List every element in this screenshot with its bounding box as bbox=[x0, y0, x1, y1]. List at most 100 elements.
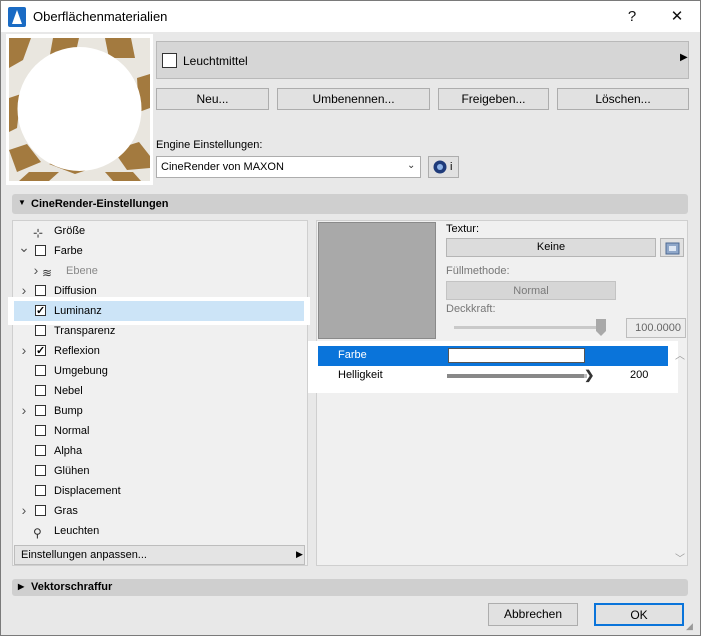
channel-label: Nebel bbox=[54, 385, 83, 397]
opacity-slider-track[interactable] bbox=[454, 326, 606, 329]
checkbox-gras[interactable] bbox=[35, 505, 46, 516]
param-row-brightness[interactable]: Helligkeit ❯ 200 bbox=[318, 366, 668, 386]
channel-label: Farbe bbox=[54, 245, 83, 257]
triangle-down-icon: ▼ bbox=[18, 198, 26, 207]
brightness-slider-track[interactable] bbox=[447, 374, 587, 378]
title-bar: Oberflächenmaterialien ? ✕ bbox=[1, 1, 700, 32]
cinerender-section-title: CineRender-Einstellungen bbox=[31, 198, 169, 210]
checkbox-nebel[interactable] bbox=[35, 385, 46, 396]
ok-button[interactable]: OK bbox=[594, 603, 684, 626]
expand-down-icon[interactable]: ⌄ bbox=[18, 237, 30, 257]
channel-item-reflexion[interactable]: › Reflexion bbox=[16, 341, 306, 361]
checkbox-reflexion[interactable] bbox=[35, 341, 46, 361]
checkbox-bump[interactable] bbox=[35, 405, 46, 416]
opacity-field[interactable]: 100.0000 bbox=[626, 318, 686, 338]
triangle-right-icon: ▶ bbox=[18, 582, 25, 591]
window-title: Oberflächenmaterialien bbox=[33, 9, 168, 24]
channel-label: Umgebung bbox=[54, 365, 108, 377]
scroll-down-icon[interactable]: ﹀ bbox=[675, 550, 685, 565]
texture-preview[interactable] bbox=[318, 222, 436, 339]
fill-method-select[interactable]: Normal bbox=[446, 281, 616, 300]
chevron-down-icon: ⌄ bbox=[407, 160, 416, 171]
channel-label: Reflexion bbox=[54, 345, 100, 357]
channel-label: Luminanz bbox=[54, 305, 102, 317]
channel-label: Transparenz bbox=[54, 325, 116, 337]
vector-hatching-title: Vektorschraffur bbox=[31, 581, 113, 593]
channel-item-luminanz[interactable]: Luminanz bbox=[8, 297, 310, 325]
fill-method-label: Füllmethode: bbox=[446, 265, 510, 277]
channel-label: Gras bbox=[54, 505, 78, 517]
engine-info-button[interactable]: i bbox=[428, 156, 459, 178]
material-preview-frame bbox=[6, 34, 153, 185]
scroll-up-icon[interactable]: ︿ bbox=[675, 347, 685, 362]
checkbox-transparenz[interactable] bbox=[35, 325, 46, 336]
brightness-value: 200 bbox=[630, 369, 649, 381]
info-label: i bbox=[450, 161, 453, 173]
channel-item-leuchten[interactable]: ⚲ Leuchten bbox=[16, 521, 306, 541]
brightness-slider-thumb[interactable]: ❯ bbox=[584, 368, 594, 382]
material-color-swatch[interactable] bbox=[162, 53, 177, 68]
channel-label: Bump bbox=[54, 405, 83, 417]
vector-hatching-section-header[interactable]: ▶ Vektorschraffur bbox=[12, 579, 688, 596]
material-preview bbox=[9, 38, 150, 181]
channel-item-nebel[interactable]: Nebel bbox=[16, 381, 306, 401]
channel-label: Alpha bbox=[54, 445, 83, 457]
checkbox-farbe[interactable] bbox=[35, 245, 46, 256]
checkbox-alpha[interactable] bbox=[35, 445, 46, 456]
checkbox-luminanz[interactable] bbox=[35, 301, 46, 321]
app-icon bbox=[8, 7, 26, 27]
checkbox-glühen[interactable] bbox=[35, 465, 46, 476]
delete-button[interactable]: Löschen... bbox=[557, 88, 689, 110]
customize-settings-button[interactable]: Einstellungen anpassen... ▶ bbox=[14, 545, 305, 565]
channel-label: Displacement bbox=[54, 485, 121, 497]
texture-button[interactable]: Keine bbox=[446, 238, 656, 257]
material-selector[interactable]: Leuchtmittel ▶ bbox=[156, 41, 689, 79]
light-bulb-icon: ⚲ bbox=[33, 526, 42, 540]
size-icon: ⊹ bbox=[33, 226, 44, 240]
param-label-color: Farbe bbox=[338, 349, 367, 361]
checkbox-displacement[interactable] bbox=[35, 485, 46, 496]
layers-icon: ≋ bbox=[42, 266, 53, 280]
rename-button[interactable]: Umbenennen... bbox=[277, 88, 430, 110]
channel-item-alpha[interactable]: Alpha bbox=[16, 441, 306, 461]
expand-right-icon[interactable]: › bbox=[30, 260, 42, 280]
channel-item-glühen[interactable]: Glühen bbox=[16, 461, 306, 481]
resize-grip-icon[interactable]: ◢ bbox=[686, 621, 693, 632]
close-button[interactable]: ✕ bbox=[657, 4, 697, 30]
channel-label: Normal bbox=[54, 425, 90, 437]
channel-item-transparenz[interactable]: Transparenz bbox=[16, 321, 306, 341]
channel-item-displacement[interactable]: Displacement bbox=[16, 481, 306, 501]
opacity-label: Deckkraft: bbox=[446, 303, 496, 315]
engine-select[interactable]: CineRender von MAXON ⌄ bbox=[156, 156, 421, 178]
expand-right-icon[interactable]: › bbox=[18, 400, 30, 420]
texture-browse-button[interactable] bbox=[660, 238, 684, 257]
cinerender-section-header[interactable]: ▼ CineRender-Einstellungen bbox=[12, 194, 688, 214]
checkbox-normal[interactable] bbox=[35, 425, 46, 436]
brightness-slider-fill bbox=[447, 374, 585, 378]
channel-item-umgebung[interactable]: Umgebung bbox=[16, 361, 306, 381]
channel-item-größe[interactable]: ⊹ Größe bbox=[16, 221, 306, 241]
expand-right-icon[interactable]: › bbox=[18, 500, 30, 520]
channel-item-normal[interactable]: Normal bbox=[16, 421, 306, 441]
checkbox-umgebung[interactable] bbox=[35, 365, 46, 376]
channel-label: Größe bbox=[54, 225, 86, 237]
chevron-right-icon: ▶ bbox=[680, 52, 688, 63]
channel-label: Leuchten bbox=[54, 525, 100, 537]
channel-item-bump[interactable]: › Bump bbox=[16, 401, 306, 421]
cancel-button[interactable]: Abbrechen bbox=[488, 603, 578, 626]
color-swatch[interactable] bbox=[448, 348, 585, 363]
channel-item-ebene[interactable]: › ≋ Ebene bbox=[16, 261, 306, 281]
channel-item-farbe[interactable]: ⌄ Farbe bbox=[16, 239, 306, 261]
expand-right-icon[interactable]: › bbox=[18, 340, 30, 360]
help-button[interactable]: ? bbox=[612, 4, 652, 30]
customize-settings-label: Einstellungen anpassen... bbox=[21, 549, 147, 561]
engine-select-value: CineRender von MAXON bbox=[161, 161, 284, 173]
checkbox-diffusion[interactable] bbox=[35, 285, 46, 296]
param-label-brightness: Helligkeit bbox=[338, 369, 383, 381]
new-button[interactable]: Neu... bbox=[156, 88, 269, 110]
channel-item-gras[interactable]: › Gras bbox=[16, 501, 306, 521]
param-row-color[interactable]: Farbe bbox=[318, 346, 668, 366]
share-button[interactable]: Freigeben... bbox=[438, 88, 549, 110]
image-folder-icon bbox=[665, 242, 680, 255]
opacity-slider-thumb[interactable] bbox=[596, 319, 606, 336]
